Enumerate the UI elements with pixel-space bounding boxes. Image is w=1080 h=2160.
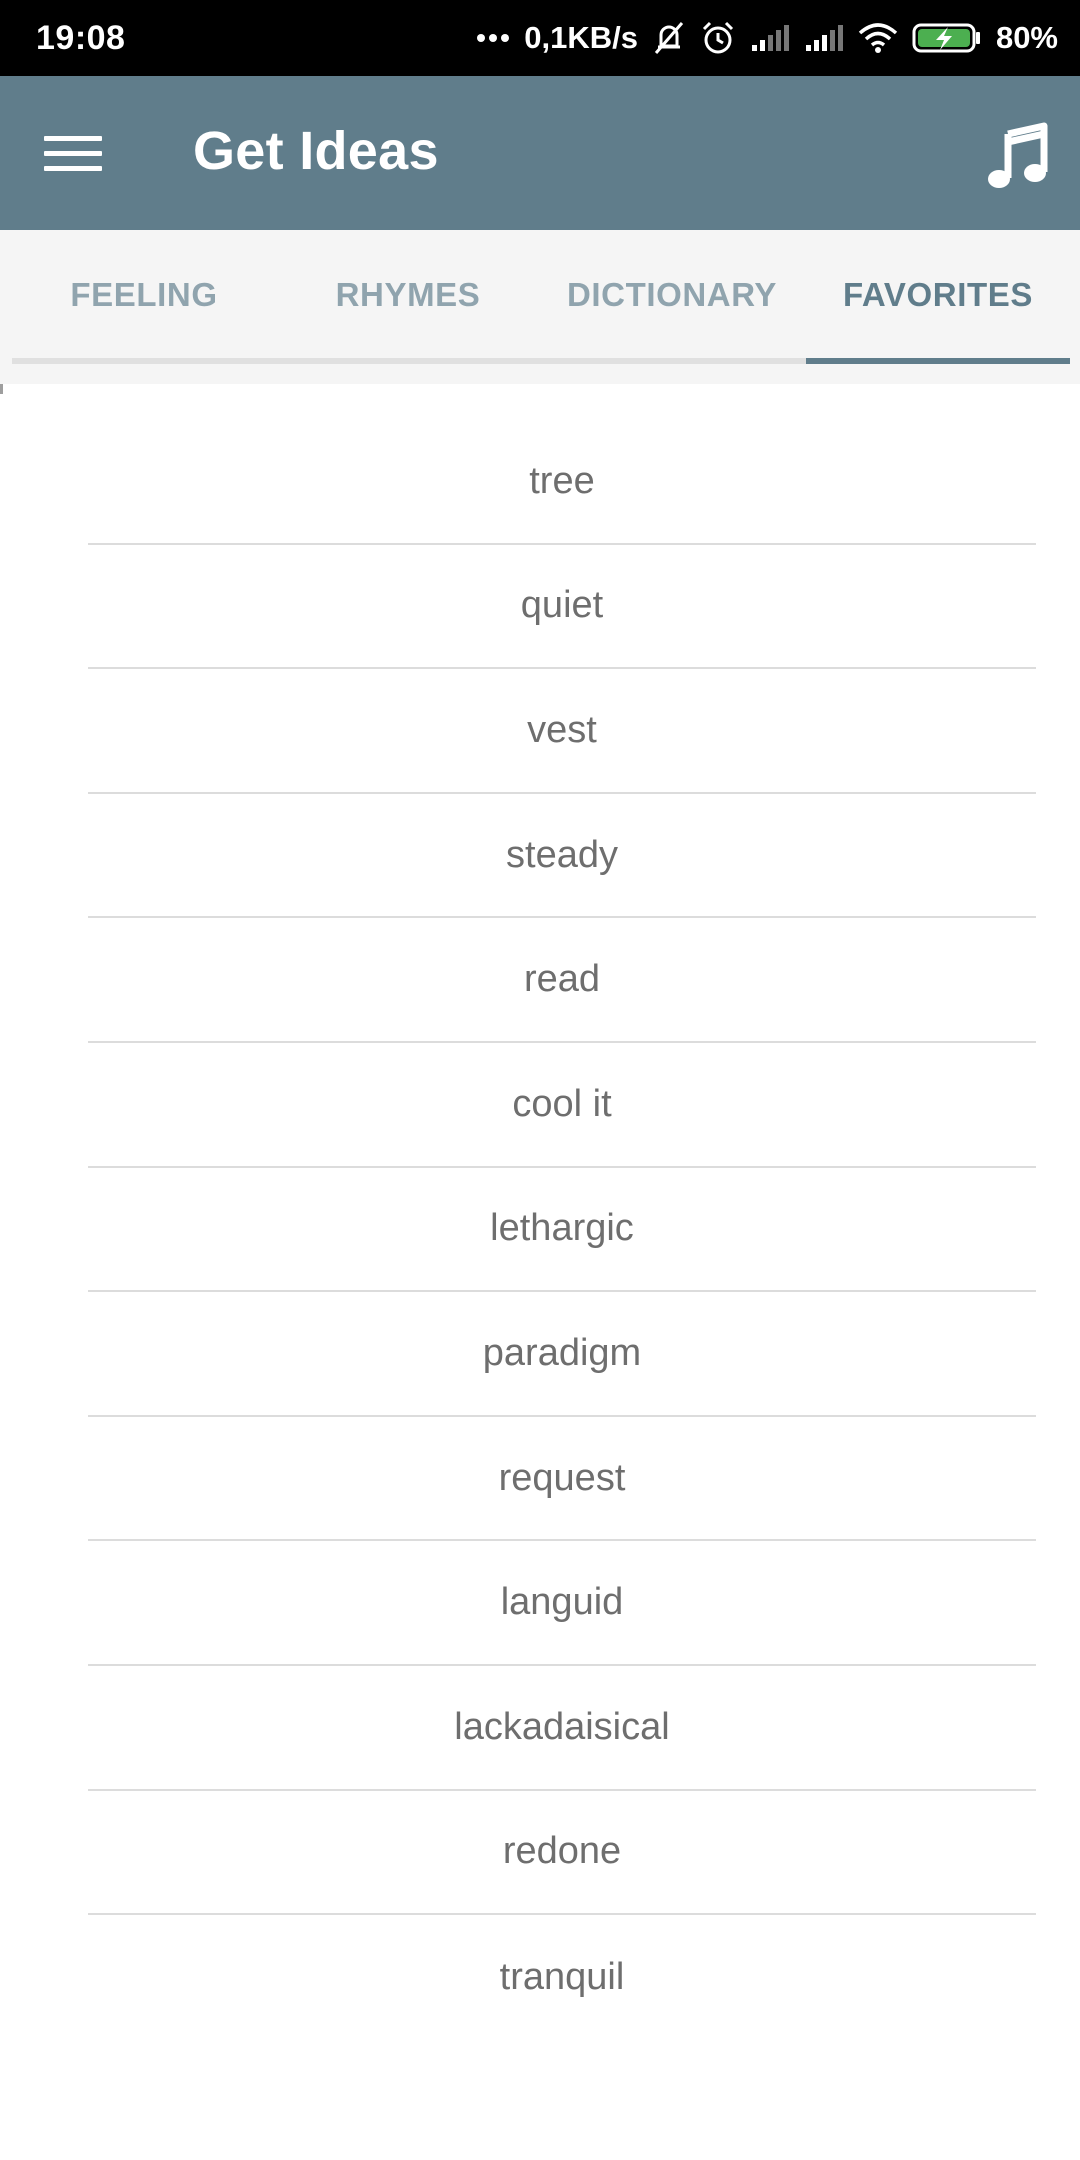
list-item[interactable]: redone: [88, 1791, 1036, 1916]
more-dots-icon: [476, 32, 510, 44]
menu-icon[interactable]: [34, 126, 112, 180]
list-item[interactable]: tranquil: [88, 1915, 1036, 2040]
screen: 19:08 0,1KB/s 80% Get Ideas FEELING RHYM…: [0, 0, 1080, 2160]
list-item[interactable]: lethargic: [88, 1168, 1036, 1293]
list-item[interactable]: quiet: [88, 545, 1036, 670]
scroll-indicator: [0, 384, 3, 394]
tab-bar: FEELING RHYMES DICTIONARY FAVORITES: [0, 230, 1080, 384]
tab-favorites[interactable]: FAVORITES: [806, 230, 1070, 360]
wifi-icon: [858, 23, 898, 53]
favorites-list: tree quiet vest steady read cool it leth…: [88, 420, 1036, 2040]
battery-percent: 80%: [995, 20, 1058, 55]
signal-icon: [750, 23, 790, 53]
list-item[interactable]: lackadaisical: [88, 1666, 1036, 1791]
list-item[interactable]: cool it: [88, 1043, 1036, 1168]
page-title: Get Ideas: [193, 121, 439, 181]
list-item[interactable]: read: [88, 918, 1036, 1043]
list-item[interactable]: tree: [88, 420, 1036, 545]
network-speed: 0,1KB/s: [524, 20, 638, 55]
tab-dictionary[interactable]: DICTIONARY: [540, 230, 804, 360]
tab-rhymes[interactable]: RHYMES: [276, 230, 540, 360]
alarm-icon: [700, 20, 736, 56]
status-time: 19:08: [36, 18, 126, 57]
signal-icon: [804, 23, 844, 53]
status-bar: 19:08 0,1KB/s 80%: [0, 0, 1080, 76]
tab-feeling[interactable]: FEELING: [12, 230, 276, 360]
tab-indicator: [806, 358, 1070, 364]
list-item[interactable]: languid: [88, 1541, 1036, 1666]
list-item[interactable]: request: [88, 1417, 1036, 1542]
app-bar: Get Ideas: [0, 76, 1080, 230]
music-note-icon[interactable]: [982, 120, 1054, 192]
list-item[interactable]: paradigm: [88, 1292, 1036, 1417]
list-item[interactable]: steady: [88, 794, 1036, 919]
status-icons: 0,1KB/s 80%: [476, 20, 1058, 56]
list-item[interactable]: vest: [88, 669, 1036, 794]
bell-muted-icon: [652, 20, 686, 56]
battery-charging-icon: [912, 22, 982, 54]
